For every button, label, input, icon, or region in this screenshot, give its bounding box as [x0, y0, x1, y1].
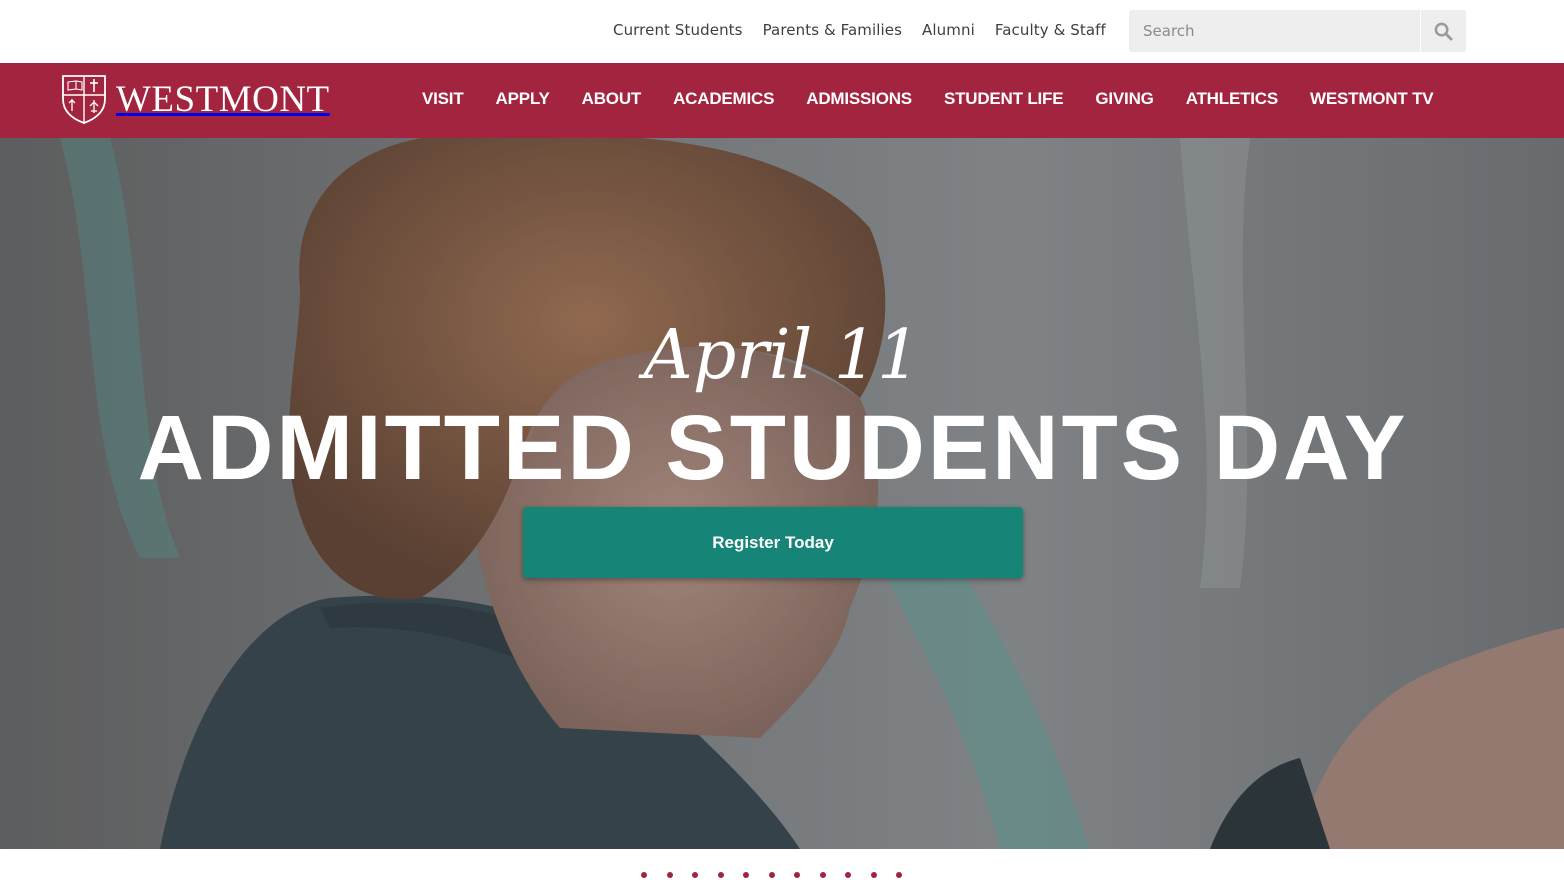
utility-nav: Current Students Parents & Families Alum… — [613, 21, 1106, 39]
nav-item-visit[interactable]: VISIT — [422, 89, 464, 109]
westmont-logo[interactable]: WESTMONT — [60, 73, 330, 125]
utility-link-current-students[interactable]: Current Students — [613, 21, 743, 39]
carousel-dot[interactable] — [641, 872, 647, 878]
carousel-dot[interactable] — [896, 872, 902, 878]
nav-item-student-life[interactable]: STUDENT LIFE — [944, 89, 1064, 109]
carousel-dot[interactable] — [692, 872, 698, 878]
nav-item-admissions[interactable]: ADMISSIONS — [806, 89, 912, 109]
nav-item-about[interactable]: ABOUT — [582, 89, 642, 109]
carousel-dot[interactable] — [666, 872, 673, 878]
carousel-dot[interactable] — [794, 872, 800, 878]
carousel-dot[interactable] — [845, 872, 851, 878]
hero-title: ADMITTED STUDENTS DAY — [137, 397, 1409, 499]
main-nav: WESTMONT VISIT APPLY ABOUT ACADEMICS ADM… — [0, 63, 1564, 138]
carousel-dot[interactable] — [743, 872, 749, 878]
search-input[interactable] — [1129, 10, 1421, 52]
carousel-dot[interactable] — [819, 872, 826, 878]
nav-item-westmont-tv[interactable]: WESTMONT TV — [1310, 89, 1434, 109]
search-icon — [1434, 22, 1453, 41]
search-box — [1129, 10, 1466, 52]
register-today-button[interactable]: Register Today — [523, 507, 1023, 578]
nav-item-giving[interactable]: GIVING — [1095, 89, 1154, 109]
utility-link-parents-families[interactable]: Parents & Families — [763, 21, 902, 39]
shield-crest-icon — [62, 75, 106, 124]
nav-item-apply[interactable]: APPLY — [496, 89, 550, 109]
hero-banner: April 11 ADMITTED STUDENTS DAY Register … — [0, 138, 1564, 849]
carousel-pagination — [0, 849, 1564, 880]
utility-link-faculty-staff[interactable]: Faculty & Staff — [995, 21, 1106, 39]
carousel-dot-row — [641, 872, 902, 878]
carousel-dot[interactable] — [870, 872, 877, 878]
nav-item-academics[interactable]: ACADEMICS — [673, 89, 774, 109]
carousel-dot[interactable] — [768, 872, 775, 878]
nav-item-athletics[interactable]: ATHLETICS — [1186, 89, 1279, 109]
primary-nav: VISIT APPLY ABOUT ACADEMICS ADMISSIONS S… — [422, 89, 1434, 109]
carousel-dot[interactable] — [717, 872, 724, 878]
utility-bar: Current Students Parents & Families Alum… — [0, 0, 1564, 63]
search-button[interactable] — [1420, 10, 1466, 52]
logo-wordmark: WESTMONT — [116, 78, 330, 120]
utility-link-alumni[interactable]: Alumni — [922, 21, 975, 39]
hero-date: April 11 — [643, 316, 921, 395]
